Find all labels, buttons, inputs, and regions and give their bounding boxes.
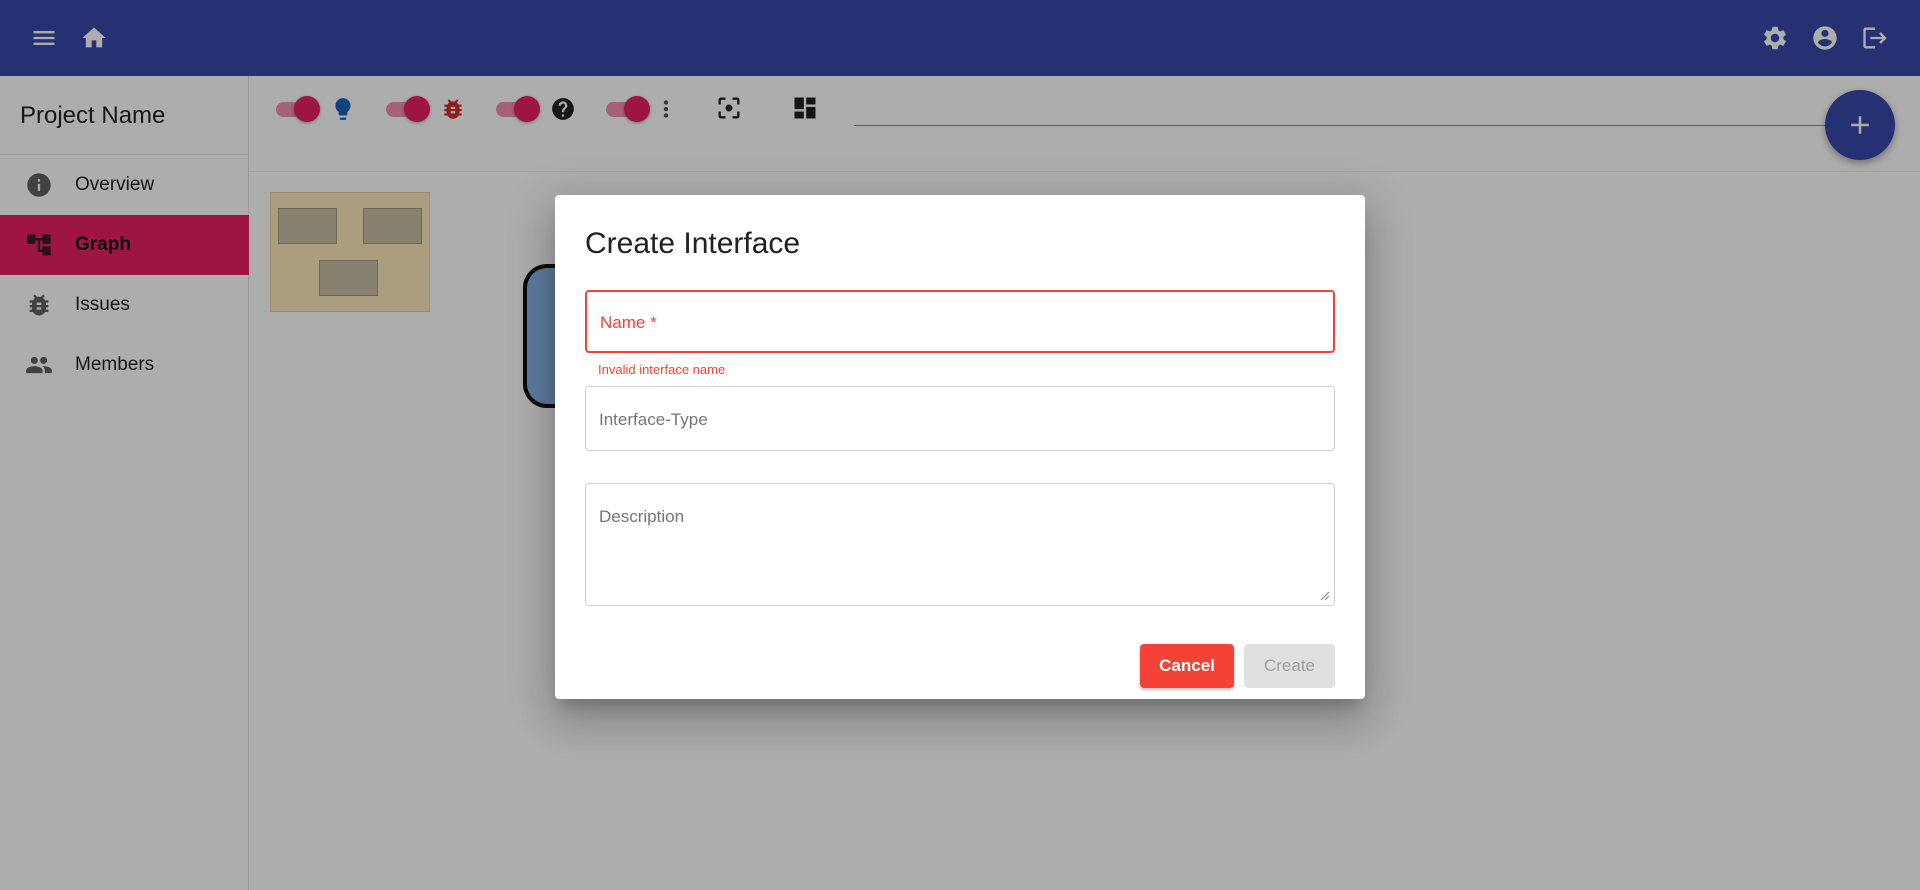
- description-field[interactable]: Description: [585, 483, 1335, 606]
- interface-type-field[interactable]: Interface-Type: [585, 386, 1335, 451]
- description-field-label: Description: [599, 507, 685, 526]
- name-error-message: Invalid interface name: [598, 362, 726, 377]
- interface-type-field-label: Interface-Type: [599, 410, 708, 429]
- cancel-button[interactable]: Cancel: [1140, 644, 1234, 688]
- dialog-title: Create Interface: [585, 227, 801, 260]
- name-field[interactable]: Name *: [585, 290, 1335, 353]
- name-field-label: Name *: [600, 313, 657, 332]
- resize-handle-icon[interactable]: [1318, 589, 1330, 601]
- create-interface-dialog: Create Interface Name * Invalid interfac…: [555, 195, 1365, 699]
- create-button: Create: [1244, 644, 1335, 688]
